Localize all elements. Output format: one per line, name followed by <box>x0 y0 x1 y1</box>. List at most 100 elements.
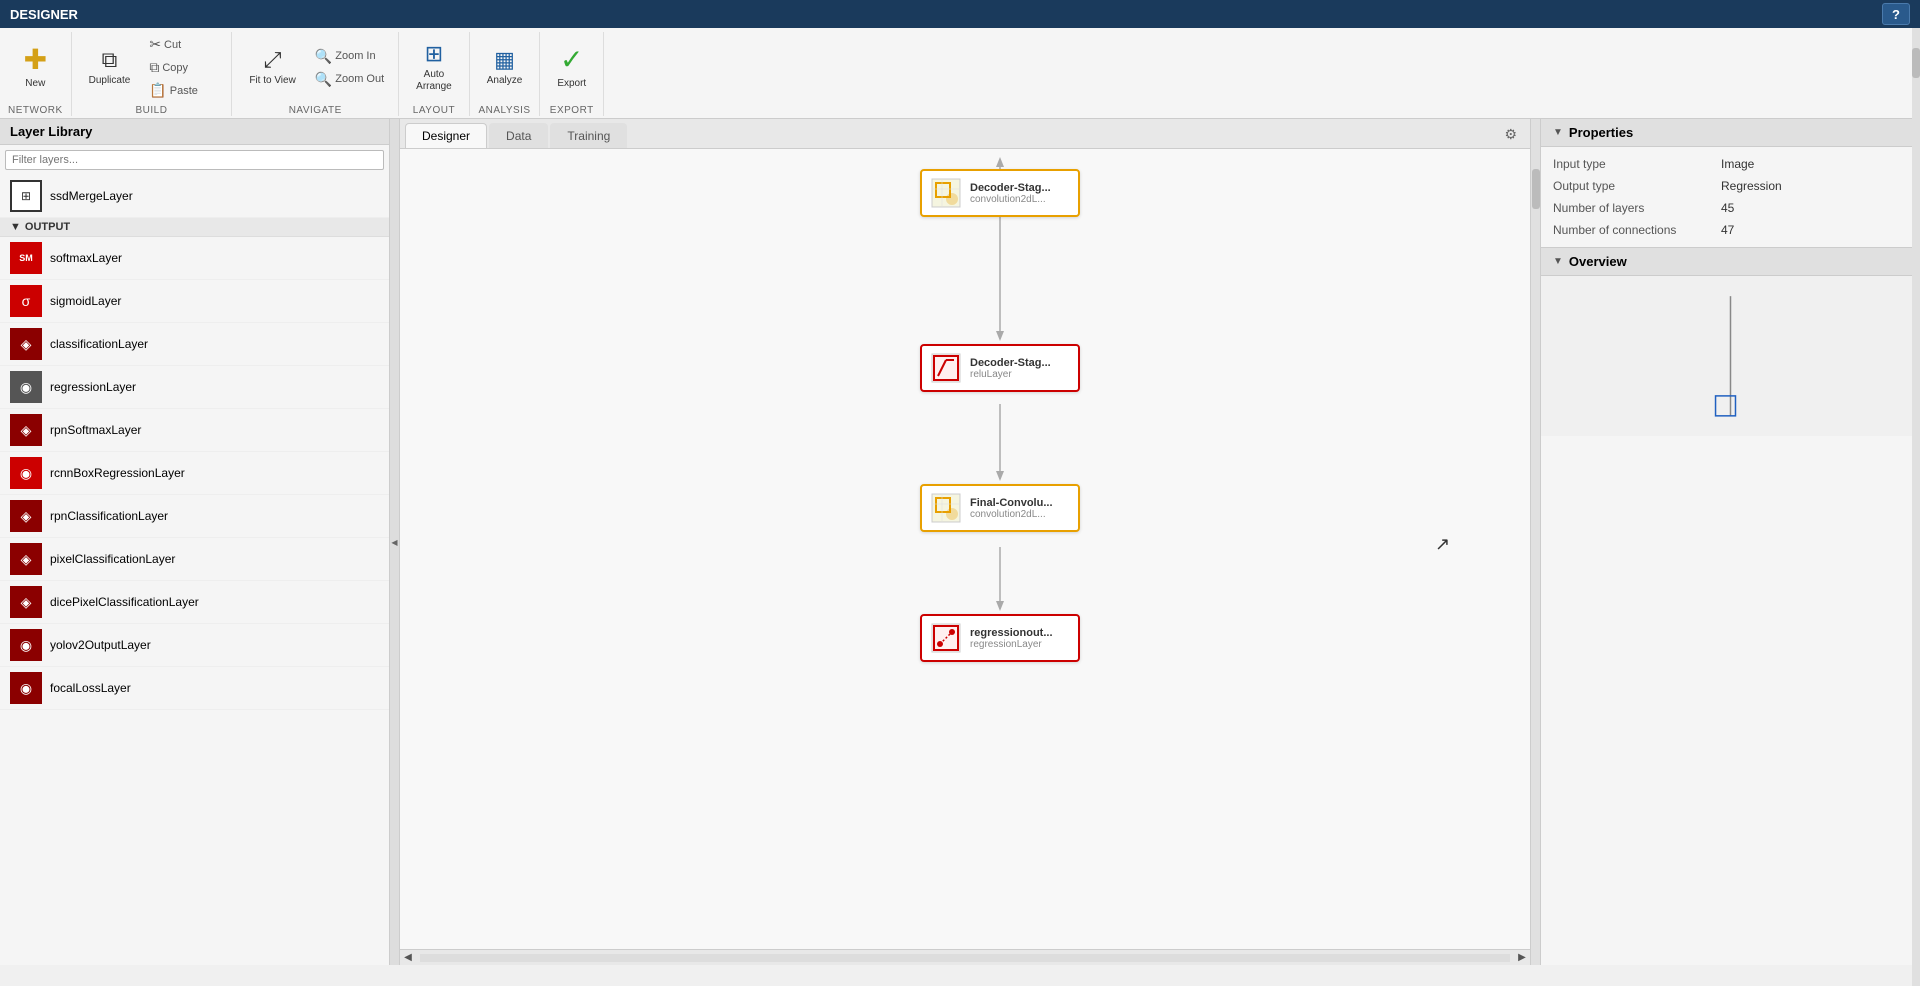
canvas-settings-button[interactable]: ⚙ <box>1496 121 1525 148</box>
copy-button[interactable]: ⧉ Copy <box>143 57 223 79</box>
layer-icon-dicepixel: ◈ <box>10 586 42 618</box>
duplicate-icon: ⧉ <box>102 49 118 71</box>
prop-row-num-connections: Number of connections 47 <box>1553 223 1908 237</box>
tab-data[interactable]: Data <box>489 123 548 148</box>
properties-scrollbar[interactable] <box>1912 28 1920 986</box>
layer-name-ssdmerge: ssdMergeLayer <box>50 189 133 203</box>
ribbon-group-layout-buttons: ⊞ AutoArrange <box>407 32 461 103</box>
ribbon-group-navigate-buttons: ⤢ Fit to View 🔍 Zoom In 🔍 Zoom Out <box>240 32 390 103</box>
connections-svg <box>400 149 1530 949</box>
export-button[interactable]: ✓ Export <box>548 37 595 99</box>
node-text-2: Decoder-Stag... reluLayer <box>970 357 1051 380</box>
list-item[interactable]: SM softmaxLayer <box>0 237 389 280</box>
new-icon: ✚ <box>24 46 47 74</box>
tab-training[interactable]: Training <box>550 123 627 148</box>
prop-value-num-layers: 45 <box>1721 201 1734 215</box>
analyze-icon: ▦ <box>494 49 515 71</box>
ribbon-group-export: ✓ Export EXPORT <box>540 32 604 116</box>
zoom-out-button[interactable]: 🔍 Zoom Out <box>309 68 390 90</box>
library-collapse-handle[interactable]: ◀ <box>390 119 400 965</box>
paste-button[interactable]: 📋 Paste <box>143 80 223 102</box>
list-item[interactable]: ◈ classificationLayer <box>0 323 389 366</box>
layer-name-rcnn: rcnnBoxRegressionLayer <box>50 466 185 480</box>
cut-button[interactable]: ✂ Cut <box>143 34 223 56</box>
layer-icon-sigmoid: σ <box>10 285 42 317</box>
node-icon-conv1 <box>930 177 962 209</box>
properties-section-header[interactable]: ▼ Properties <box>1541 119 1920 147</box>
layer-library: Layer Library ⊞ ssdMergeLayer ▼ OUTPUT S… <box>0 119 390 965</box>
layer-icon-rcnn: ◉ <box>10 457 42 489</box>
properties-collapse-icon: ▼ <box>1553 127 1563 138</box>
main-area: Layer Library ⊞ ssdMergeLayer ▼ OUTPUT S… <box>0 119 1920 965</box>
layer-name-regression: regressionLayer <box>50 380 136 394</box>
list-item[interactable]: ⊞ ssdMergeLayer <box>0 175 389 218</box>
node-type-3: convolution2dL... <box>970 509 1053 520</box>
analyze-button[interactable]: ▦ Analyze <box>478 37 532 99</box>
new-label: New <box>25 78 45 90</box>
node-regression-output[interactable]: regressionout... regressionLayer <box>920 614 1080 662</box>
list-item[interactable]: ◈ rpnClassificationLayer <box>0 495 389 538</box>
zoom-in-icon: 🔍 <box>315 48 332 65</box>
node-text-3: Final-Convolu... convolution2dL... <box>970 497 1053 520</box>
node-type-2: reluLayer <box>970 369 1051 380</box>
ribbon-group-build: ⧉ Duplicate ✂ Cut ⧉ Copy 📋 Paste <box>72 32 233 116</box>
node-name-4: regressionout... <box>970 627 1053 639</box>
output-section-header[interactable]: ▼ OUTPUT <box>0 218 389 237</box>
copy-icon: ⧉ <box>149 59 159 76</box>
list-item[interactable]: ◉ focalLossLayer <box>0 667 389 710</box>
node-type-1: convolution2dL... <box>970 194 1051 205</box>
prop-label-num-layers: Number of layers <box>1553 201 1713 215</box>
prop-label-num-connections: Number of connections <box>1553 223 1713 237</box>
bottom-scrollbar[interactable]: ◀ ▶ <box>400 949 1530 965</box>
layer-icon-ssdmerge: ⊞ <box>10 180 42 212</box>
prop-value-num-connections: 47 <box>1721 223 1734 237</box>
node-text-1: Decoder-Stag... convolution2dL... <box>970 182 1051 205</box>
output-section-label: OUTPUT <box>25 221 70 233</box>
node-type-4: regressionLayer <box>970 639 1053 650</box>
properties-content: Input type Image Output type Regression … <box>1541 147 1920 247</box>
duplicate-button[interactable]: ⧉ Duplicate <box>80 37 140 99</box>
list-item[interactable]: ◉ rcnnBoxRegressionLayer <box>0 452 389 495</box>
help-button[interactable]: ? <box>1882 3 1910 25</box>
fit-to-view-label: Fit to View <box>249 75 296 87</box>
paste-label: Paste <box>170 85 198 97</box>
zoom-in-label: Zoom In <box>335 50 375 62</box>
scroll-track[interactable] <box>420 954 1510 962</box>
node-name-3: Final-Convolu... <box>970 497 1053 509</box>
new-button[interactable]: ✚ New <box>15 37 56 99</box>
ribbon-group-layout: ⊞ AutoArrange LAYOUT <box>399 32 470 116</box>
analysis-group-label: ANALYSIS <box>478 105 530 116</box>
ribbon-group-navigate: ⤢ Fit to View 🔍 Zoom In 🔍 Zoom Out NAVIG… <box>232 32 399 116</box>
list-item[interactable]: ◉ regressionLayer <box>0 366 389 409</box>
node-decoder-stag-conv[interactable]: Decoder-Stag... convolution2dL... <box>920 169 1080 217</box>
prop-row-input-type: Input type Image <box>1553 157 1908 171</box>
overview-svg <box>1541 276 1920 436</box>
list-item[interactable]: σ sigmoidLayer <box>0 280 389 323</box>
canvas-scrollbar[interactable] <box>1530 119 1540 965</box>
overview-section-header[interactable]: ▼ Overview <box>1541 248 1920 276</box>
ribbon: ✚ New NETWORK ⧉ Duplicate ✂ Cut <box>0 28 1920 119</box>
tab-designer[interactable]: Designer <box>405 123 487 148</box>
layer-icon-softmax: SM <box>10 242 42 274</box>
canvas-area: Designer Data Training ⚙ <box>400 119 1530 965</box>
layer-name-sigmoid: sigmoidLayer <box>50 294 121 308</box>
list-item[interactable]: ◈ rpnSoftmaxLayer <box>0 409 389 452</box>
prop-label-input-type: Input type <box>1553 157 1713 171</box>
layer-filter-input[interactable] <box>5 150 384 170</box>
layer-name-softmax: softmaxLayer <box>50 251 122 265</box>
list-item[interactable]: ◉ yolov2OutputLayer <box>0 624 389 667</box>
list-item[interactable]: ◈ pixelClassificationLayer <box>0 538 389 581</box>
node-final-conv[interactable]: Final-Convolu... convolution2dL... <box>920 484 1080 532</box>
node-name-1: Decoder-Stag... <box>970 182 1051 194</box>
scroll-left-arrow[interactable]: ◀ <box>400 950 416 966</box>
auto-arrange-icon: ⊞ <box>425 43 443 65</box>
scroll-right-arrow[interactable]: ▶ <box>1514 950 1530 966</box>
fit-to-view-button[interactable]: ⤢ Fit to View <box>240 37 305 99</box>
list-item[interactable]: ◈ dicePixelClassificationLayer <box>0 581 389 624</box>
ribbon-group-analysis: ▦ Analyze ANALYSIS <box>470 32 541 116</box>
properties-scrollbar-thumb <box>1912 48 1920 78</box>
auto-arrange-button[interactable]: ⊞ AutoArrange <box>407 37 461 99</box>
zoom-in-button[interactable]: 🔍 Zoom In <box>309 45 390 67</box>
network-canvas[interactable]: Decoder-Stag... convolution2dL... <box>400 149 1530 949</box>
node-decoder-stag-relu[interactable]: Decoder-Stag... reluLayer <box>920 344 1080 392</box>
